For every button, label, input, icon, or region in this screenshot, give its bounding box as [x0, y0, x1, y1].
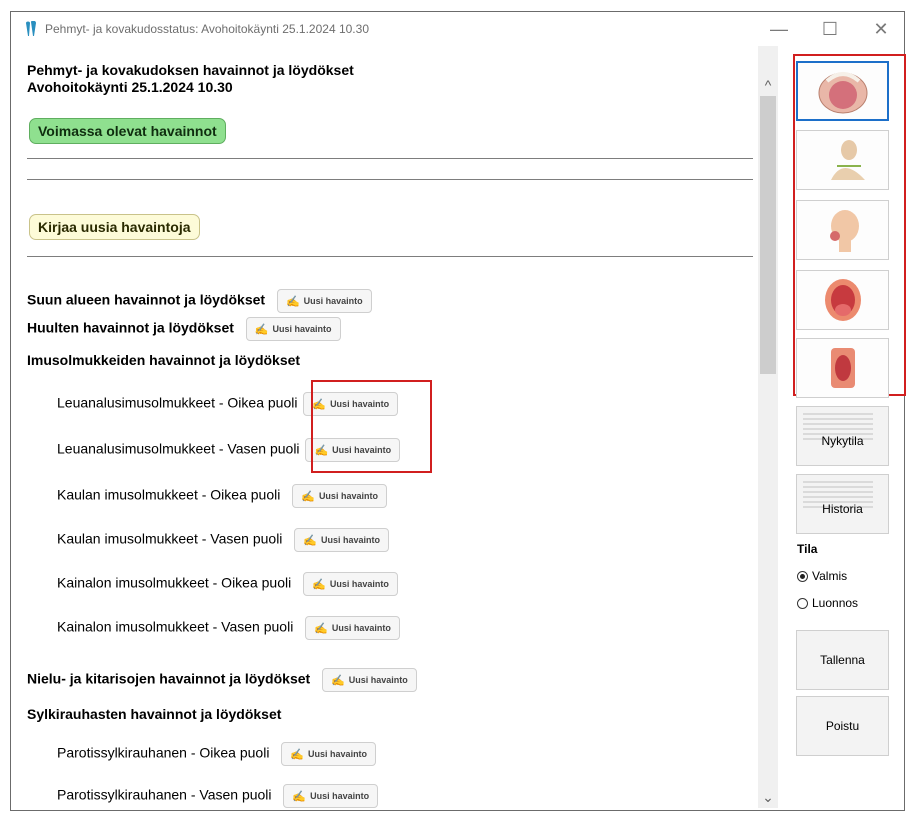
item-label: Kainalon imusolmukkeet - Oikea puoli [57, 574, 292, 591]
exit-button[interactable]: Poistu [796, 696, 889, 756]
page-title: Pehmyt- ja kovakudoksen havainnot ja löy… [27, 62, 354, 78]
item-parotid-left: Parotissylkirauhanen - Vasen puoli ✍ Uusi… [57, 784, 379, 808]
vertical-scrollbar[interactable]: ^ ⌄ [758, 46, 778, 808]
item-axillary-right: Kainalon imusolmukkeet - Oikea puoli ✍ Uu… [57, 572, 398, 596]
item-neck-left: Kaulan imusolmukkeet - Vasen puoli ✍ Uusi… [57, 528, 390, 552]
minimize-button[interactable]: — [756, 14, 802, 44]
scrollbar-thumb[interactable] [760, 96, 776, 374]
highlight-box [311, 380, 432, 473]
new-finding-button[interactable]: ✍ Uusi havainto [305, 616, 400, 640]
save-button[interactable]: Tallenna [796, 630, 889, 690]
pen-icon: ✍ [285, 295, 300, 308]
item-label: Parotissylkirauhanen - Oikea puoli [57, 744, 270, 761]
open-mouth-image-button[interactable] [796, 270, 889, 330]
current-findings-button[interactable]: Voimassa olevat havainnot [29, 118, 226, 144]
open-mouth-icon [824, 279, 861, 321]
main-window: Pehmyt- ja kovakudosstatus: Avohoitokäyn… [10, 11, 906, 811]
new-finding-button[interactable]: ✍ Uusi havainto [281, 742, 377, 766]
maximize-icon: ☐ [821, 18, 839, 39]
divider [27, 179, 753, 180]
title-bar: Pehmyt- ja kovakudosstatus: Avohoitokäyn… [11, 12, 904, 46]
palate-icon [818, 72, 867, 114]
item-neck-right: Kaulan imusolmukkeet - Oikea puoli ✍ Uusi… [57, 484, 387, 508]
section-label: Nielu- ja kitarisojen havainnot ja löydö… [27, 670, 311, 687]
current-state-button[interactable]: Nykytila [796, 406, 889, 466]
radio-selected-icon [797, 570, 808, 582]
radio-unselected-icon [797, 597, 808, 609]
section-lips: Huulten havainnot ja löydökset ✍ Uusi hav… [27, 317, 341, 341]
section-label: Suun alueen havainnot ja löydökset [27, 291, 266, 308]
section-label: Imusolmukkeiden havainnot ja löydökset [27, 352, 301, 368]
button-label: Nykytila [821, 434, 864, 448]
sidebar: Nykytila Historia Tila Valmis Luonnos Ta… [779, 46, 906, 808]
item-label: Leuanalusimusolmukkeet - Oikea puoli [57, 394, 298, 411]
minimize-icon: — [770, 18, 788, 39]
state-radio-luonnos[interactable]: Luonnos [797, 596, 858, 610]
item-label: Leuanalusimusolmukkeet - Vasen puoli [57, 440, 300, 457]
item-label: Kaulan imusolmukkeet - Vasen puoli [57, 530, 283, 547]
pen-icon: ✍ [290, 748, 305, 761]
new-finding-button[interactable]: ✍ Uusi havainto [294, 528, 390, 552]
section-label: Huulten havainnot ja löydökset [27, 319, 234, 336]
new-finding-button[interactable]: ✍ Uusi havainto [292, 484, 387, 508]
new-finding-button[interactable]: ✍ Uusi havainto [303, 572, 398, 596]
neck-lymph-image-button[interactable] [796, 130, 889, 190]
head-profile-image-button[interactable] [796, 200, 889, 260]
new-finding-button[interactable]: ✍ Uusi havainto [245, 317, 341, 341]
pen-icon: ✍ [292, 790, 307, 803]
tooth-app-icon [26, 21, 36, 36]
item-parotid-right: Parotissylkirauhanen - Oikea puoli ✍ Uusi… [57, 742, 377, 766]
window-title: Pehmyt- ja kovakudosstatus: Avohoitokäyn… [45, 22, 369, 36]
close-icon: ✕ [873, 18, 889, 39]
section-label: Sylkirauhasten havainnot ja löydökset [27, 706, 282, 722]
neck-lymph-icon [830, 140, 865, 180]
pen-icon: ✍ [254, 323, 269, 336]
new-finding-button[interactable]: ✍ Uusi havainto [276, 289, 372, 313]
pen-icon: ✍ [314, 622, 328, 635]
findings-panel: Pehmyt- ja kovakudoksen havainnot ja löy… [17, 46, 758, 808]
record-new-findings-button[interactable]: Kirjaa uusia havaintoja [29, 214, 200, 240]
oral-cavity-icon [830, 348, 855, 388]
item-label: Parotissylkirauhanen - Vasen puoli [57, 786, 272, 803]
head-profile-icon [829, 210, 859, 252]
mouth-palate-image-button[interactable] [796, 61, 889, 121]
item-axillary-left: Kainalon imusolmukkeet - Vasen puoli ✍ Uu… [57, 616, 400, 640]
scroll-up-icon[interactable]: ^ [758, 74, 778, 96]
maximize-button[interactable]: ☐ [807, 14, 853, 44]
divider [27, 256, 753, 257]
section-lymph-nodes: Imusolmukkeiden havainnot ja löydökset [27, 352, 300, 368]
pen-icon: ✍ [331, 674, 345, 687]
scroll-down-icon[interactable]: ⌄ [758, 786, 778, 808]
pen-icon: ✍ [303, 534, 318, 547]
history-button[interactable]: Historia [796, 474, 889, 534]
section-pharynx-tonsils: Nielu- ja kitarisojen havainnot ja löydö… [27, 668, 417, 692]
button-label: Historia [822, 502, 863, 516]
oral-cavity-image-button[interactable] [796, 338, 889, 398]
item-label: Kaulan imusolmukkeet - Oikea puoli [57, 486, 281, 503]
divider [27, 158, 753, 159]
state-radio-valmis[interactable]: Valmis [797, 569, 847, 583]
pen-icon: ✍ [312, 578, 326, 591]
visit-subtitle: Avohoitokäynti 25.1.2024 10.30 [27, 79, 233, 95]
close-button[interactable]: ✕ [858, 14, 904, 44]
section-salivary-glands: Sylkirauhasten havainnot ja löydökset [27, 706, 281, 722]
state-label: Tila [797, 542, 818, 556]
item-label: Kainalon imusolmukkeet - Vasen puoli [57, 618, 294, 635]
new-finding-button[interactable]: ✍ Uusi havainto [322, 668, 417, 692]
pen-icon: ✍ [301, 490, 315, 503]
section-mouth-area: Suun alueen havainnot ja löydökset ✍ Uusi… [27, 289, 372, 313]
new-finding-button[interactable]: ✍ Uusi havainto [283, 784, 379, 808]
